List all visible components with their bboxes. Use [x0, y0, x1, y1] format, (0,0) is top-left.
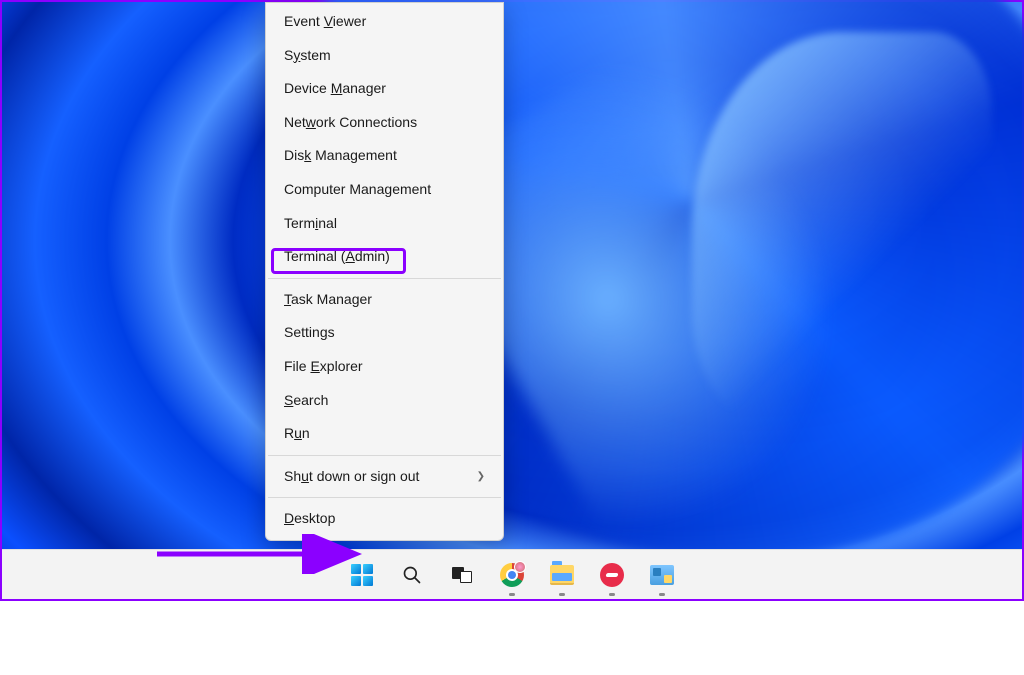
menu-item-terminal-admin[interactable]: Terminal (Admin): [266, 240, 503, 274]
task-view-button[interactable]: [440, 553, 484, 597]
running-indicator: [659, 593, 665, 596]
menu-item-shutdown-signout[interactable]: Shut down or sign out ❯: [266, 460, 503, 494]
profile-avatar-badge: [514, 561, 526, 573]
menu-item-device-manager[interactable]: Device Manager: [266, 72, 503, 106]
running-indicator: [559, 593, 565, 596]
running-indicator: [509, 593, 515, 596]
menu-item-system[interactable]: System: [266, 39, 503, 73]
menu-item-desktop[interactable]: Desktop: [266, 502, 503, 536]
menu-item-network-connections[interactable]: Network Connections: [266, 106, 503, 140]
menu-item-run[interactable]: Run: [266, 417, 503, 451]
menu-item-computer-management[interactable]: Computer Management: [266, 173, 503, 207]
menu-item-file-explorer[interactable]: File Explorer: [266, 350, 503, 384]
start-button[interactable]: [340, 553, 384, 597]
windows-logo-icon: [351, 564, 373, 586]
taskbar-app-file-explorer[interactable]: [540, 553, 584, 597]
menu-separator: [268, 497, 501, 498]
taskbar-app-control-panel[interactable]: [640, 553, 684, 597]
menu-item-task-manager[interactable]: Task Manager: [266, 283, 503, 317]
menu-separator: [268, 278, 501, 279]
menu-item-terminal[interactable]: Terminal: [266, 207, 503, 241]
red-app-icon: [600, 563, 624, 587]
menu-separator: [268, 455, 501, 456]
chevron-right-icon: ❯: [477, 470, 485, 484]
search-icon: [402, 565, 422, 585]
menu-item-search[interactable]: Search: [266, 384, 503, 418]
task-view-icon: [452, 567, 472, 583]
winx-power-menu: Event Viewer System Device Manager Netwo…: [265, 2, 504, 541]
taskbar-app-red[interactable]: [590, 553, 634, 597]
taskbar-app-chrome[interactable]: [490, 553, 534, 597]
running-indicator: [609, 593, 615, 596]
menu-item-settings[interactable]: Settings: [266, 316, 503, 350]
taskbar: [2, 549, 1022, 599]
desktop-wallpaper[interactable]: [2, 2, 1022, 599]
menu-item-disk-management[interactable]: Disk Management: [266, 139, 503, 173]
control-panel-icon: [650, 565, 674, 585]
taskbar-search-button[interactable]: [390, 553, 434, 597]
file-explorer-icon: [550, 565, 574, 585]
menu-item-event-viewer[interactable]: Event Viewer: [266, 5, 503, 39]
